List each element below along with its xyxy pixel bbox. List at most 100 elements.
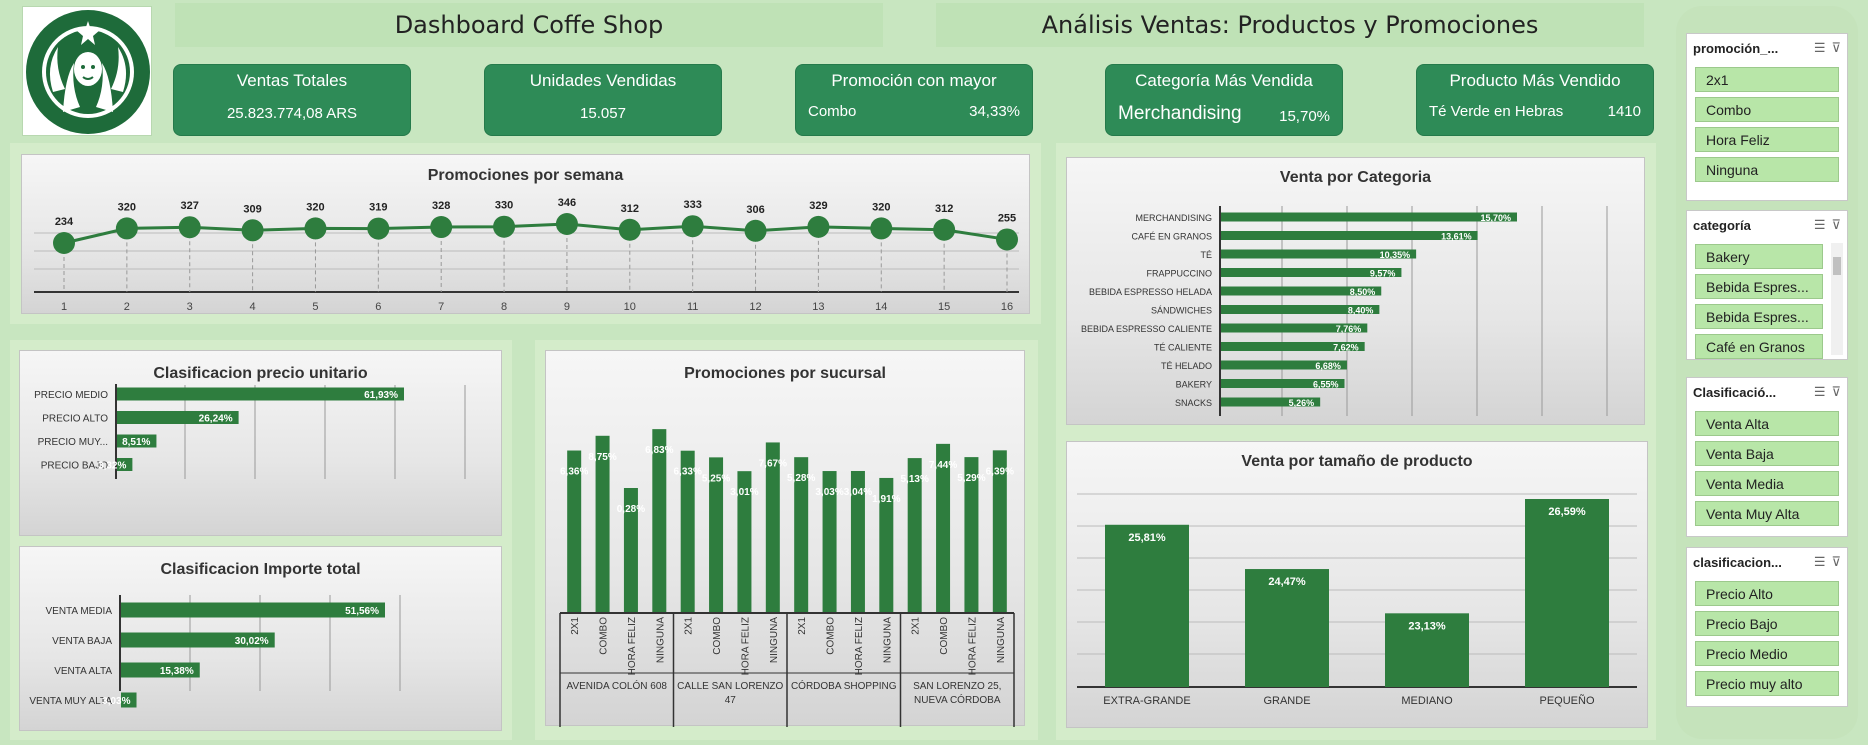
category-label: EXTRA-GRANDE <box>1103 695 1190 707</box>
data-label: 30,02% <box>235 636 269 647</box>
slicer-item[interactable]: Venta Baja <box>1695 441 1839 466</box>
data-label: 306 <box>746 204 764 216</box>
slicer-scrollbar[interactable] <box>1831 243 1843 355</box>
data-label: 25,81% <box>1128 532 1166 544</box>
slicer-promocion: promoción_... ☰ ⊽ 2x1 Combo Hora Feliz N… <box>1686 33 1848 201</box>
data-point <box>178 216 201 239</box>
data-label: 333 <box>683 199 701 211</box>
data-label: 8,40% <box>1348 306 1374 316</box>
tick-label: 6 <box>375 301 381 313</box>
kpi-label: Ventas Totales <box>236 71 348 90</box>
data-label: 7,44% <box>929 460 957 471</box>
data-label: 9,57% <box>1370 269 1396 279</box>
slicer-item[interactable]: Bebida Espres... <box>1695 304 1823 329</box>
group-label: AVENIDA COLÓN 608 <box>567 679 668 692</box>
category-label: GRANDE <box>1263 695 1310 707</box>
category-label: VENTA MUY ALTA <box>29 696 112 707</box>
category-label: VENTA MEDIA <box>46 606 113 617</box>
kpi-name: Combo <box>808 103 857 120</box>
data-label: 5,28% <box>787 473 815 484</box>
slicer-title: Clasificació... <box>1693 384 1777 400</box>
data-label: 51,56% <box>345 606 379 617</box>
data-label: 61,93% <box>364 390 398 401</box>
categoria-plot: MERCHANDISING 15,70% CAFÉ EN GRANOS 13,61% T… <box>1081 206 1608 416</box>
data-label: 328 <box>432 200 450 212</box>
bar <box>1105 524 1189 687</box>
data-label: 6,55% <box>1313 380 1339 390</box>
data-label: 15,70% <box>1480 213 1511 223</box>
data-label: 8,51% <box>122 437 150 448</box>
category-label: PRECIO MUY... <box>38 437 108 448</box>
category-label: HORA FELIZ <box>740 617 751 675</box>
data-point <box>744 219 767 242</box>
clear-filter-icon[interactable]: ⊽ <box>1831 217 1841 233</box>
kpi-name: Té Verde en Hebras <box>1429 103 1564 120</box>
kpi-categoria: Categoría Más Vendida Merchandising 15,7… <box>1105 64 1343 136</box>
tick-label: 16 <box>1001 301 1013 313</box>
kpi-name: Merchandising <box>1118 103 1242 124</box>
category-label: COMBO <box>826 617 837 655</box>
slicer-item[interactable]: Venta Muy Alta <box>1695 501 1839 526</box>
slicer-item[interactable]: Hora Feliz <box>1695 127 1839 152</box>
kpi-label: Producto Más Vendido <box>1449 71 1621 90</box>
slicer-categoria: categoría ☰ ⊽ Bakery Bebida Espres... Be… <box>1686 210 1848 360</box>
category-label: TÉ <box>1200 250 1212 260</box>
tick-label: 10 <box>624 301 636 313</box>
chart-categoria: Venta por Categoria MERCHANDISING 15,70% C… <box>1066 157 1645 425</box>
data-label: 6,36% <box>560 467 588 478</box>
bar <box>1221 212 1517 222</box>
clear-filter-icon[interactable]: ⊽ <box>1831 384 1841 400</box>
multi-select-icon[interactable]: ☰ <box>1814 384 1826 400</box>
slicer-item[interactable]: 2x1 <box>1695 67 1839 92</box>
slicer-item[interactable]: Ninguna <box>1695 157 1839 182</box>
bar <box>652 429 667 613</box>
slicer-item[interactable]: Bakery <box>1695 244 1823 269</box>
data-point <box>241 219 264 242</box>
data-label: 255 <box>998 212 1016 224</box>
chart-tamano: Venta por tamaño de producto 25,81% EXTRA… <box>1066 441 1648 728</box>
slicer-item[interactable]: Combo <box>1695 97 1839 122</box>
slicer-item[interactable]: Precio muy alto <box>1695 671 1839 696</box>
data-label: 5,26% <box>1289 398 1315 408</box>
tick-label: 8 <box>501 301 507 313</box>
scrollbar-thumb[interactable] <box>1833 257 1841 275</box>
slicer-item[interactable]: Precio Medio <box>1695 641 1839 666</box>
starbucks-logo <box>22 6 152 136</box>
clear-filter-icon[interactable]: ⊽ <box>1831 40 1841 56</box>
slicer-item[interactable]: Precio Alto <box>1695 581 1839 606</box>
tick-label: 4 <box>250 301 256 313</box>
data-label: 319 <box>369 202 387 214</box>
multi-select-icon[interactable]: ☰ <box>1814 217 1826 233</box>
data-label: 24,47% <box>1268 576 1306 588</box>
data-label: 26,24% <box>199 414 233 425</box>
category-label: BEBIDA ESPRESSO HELADA <box>1089 287 1212 297</box>
data-point <box>304 217 327 240</box>
slicer-item[interactable]: Café en Granos <box>1695 334 1823 359</box>
data-label: 8,75% <box>588 452 616 463</box>
category-label: MEDIANO <box>1401 695 1453 707</box>
analysis-title: Análisis Ventas: Productos y Promociones <box>936 3 1644 47</box>
clear-filter-icon[interactable]: ⊽ <box>1831 554 1841 570</box>
data-label: 327 <box>181 200 199 212</box>
data-label: 3,03% <box>102 696 130 707</box>
slicer-clasificacion-precio: clasificacion... ☰ ⊽ Precio Alto Precio … <box>1686 547 1848 707</box>
kpi-value: 15,70% <box>1279 108 1330 125</box>
category-label: COMBO <box>939 617 950 655</box>
data-label: 7,67% <box>759 458 787 469</box>
kpi-label: Promoción con mayor <box>831 71 997 90</box>
category-label: COMBO <box>599 617 610 655</box>
data-label: 330 <box>495 200 513 212</box>
data-point <box>555 213 578 235</box>
multi-select-icon[interactable]: ☰ <box>1814 554 1826 570</box>
category-label: TÉ CALIENTE <box>1154 343 1212 353</box>
slicer-item[interactable]: Venta Media <box>1695 471 1839 496</box>
category-label: HORA FELIZ <box>854 617 865 675</box>
data-label: 7,62% <box>1333 343 1359 353</box>
category-label: HORA FELIZ <box>627 617 638 675</box>
category-label: PEQUEÑO <box>1539 694 1594 707</box>
slicer-item[interactable]: Venta Alta <box>1695 411 1839 436</box>
slicer-item[interactable]: Precio Bajo <box>1695 611 1839 636</box>
slicer-item[interactable]: Bebida Espres... <box>1695 274 1823 299</box>
multi-select-icon[interactable]: ☰ <box>1814 40 1826 56</box>
data-label: 10,35% <box>1380 250 1411 260</box>
